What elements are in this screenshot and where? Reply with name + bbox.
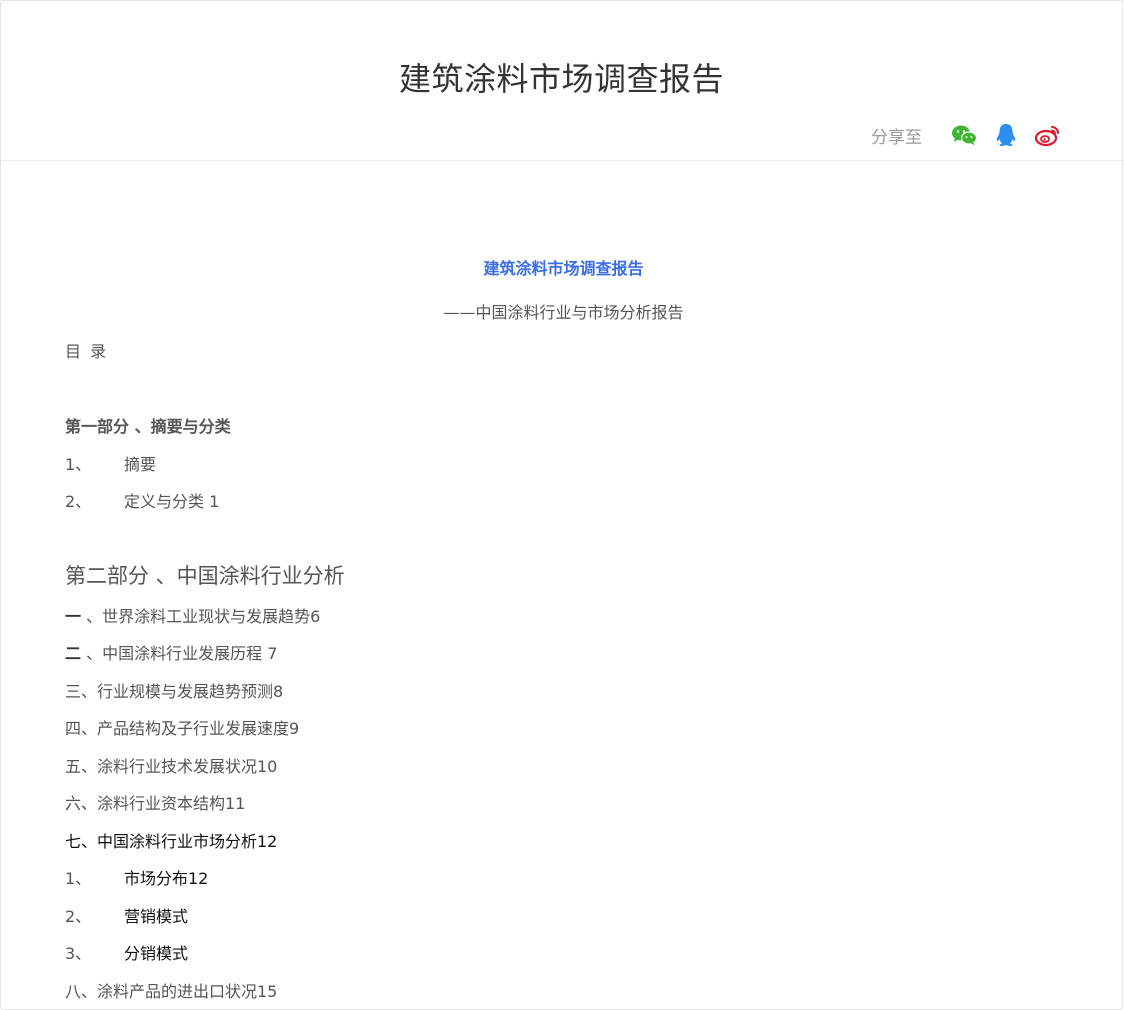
toc-item-text: 分销模式 — [124, 944, 189, 963]
toc-item-text: 、中国涂料行业发展历程 7 — [81, 644, 278, 663]
part2-heading: 第二部分 、中国涂料行业分析 — [65, 564, 345, 588]
toc-item-number: 1、 — [65, 869, 92, 888]
weibo-icon — [1035, 126, 1059, 146]
toc-item-text: 营销模式 — [124, 907, 189, 926]
toc-item: 七、中国涂料行业市场分析12 — [65, 832, 278, 851]
toc-item-lead: 一 — [65, 607, 82, 626]
toc-item: 1、 摘要 — [65, 451, 156, 475]
toc-subitem: 3、 分销模式 — [65, 940, 188, 964]
toc-item-text: 摘要 — [124, 455, 157, 474]
toc-item: 五、涂料行业技术发展状况10 — [65, 757, 278, 776]
article-card: 建筑涂料市场调查报告 分享至 建筑涂料市场调查报告 ——中国涂料行业与市场分析报… — [0, 0, 1123, 1010]
toc-item-number: 2、 — [65, 492, 92, 511]
toc-item: 八、涂料产品的进出口状况15 — [65, 982, 278, 1001]
weibo-share-button[interactable] — [1034, 121, 1062, 149]
toc-heading: 目 录 — [65, 342, 109, 361]
toc-item-number: 2、 — [65, 907, 92, 926]
toc-item-number: 1、 — [65, 455, 92, 474]
toc-item: 一 、世界涂料工业现状与发展趋势6 — [65, 603, 320, 627]
toc-item-text: 、世界涂料工业现状与发展趋势6 — [81, 607, 321, 626]
document-subtitle: ——中国涂料行业与市场分析报告 — [443, 303, 684, 322]
toc-item-lead: 二 — [65, 644, 82, 663]
share-bar: 分享至 — [871, 121, 1062, 149]
toc-item: 三、行业规模与发展趋势预测8 — [65, 682, 284, 701]
page-title: 建筑涂料市场调查报告 — [398, 60, 724, 98]
article-header: 建筑涂料市场调查报告 分享至 — [1, 1, 1122, 161]
qq-share-button[interactable] — [992, 121, 1020, 149]
share-label: 分享至 — [871, 127, 922, 148]
document-title: 建筑涂料市场调查报告 — [483, 259, 644, 278]
toc-item: 四、产品结构及子行业发展速度9 — [65, 719, 300, 738]
toc-subitem: 2、 营销模式 — [65, 903, 188, 927]
toc-item-text: 市场分布12 — [124, 869, 209, 888]
toc-item: 二 、中国涂料行业发展历程 7 — [65, 640, 277, 664]
part1-heading: 第一部分 、摘要与分类 — [65, 417, 231, 436]
wechat-icon — [952, 125, 977, 145]
wechat-share-button[interactable] — [950, 121, 978, 149]
toc-item: 2、 定义与分类 1 — [65, 488, 219, 512]
toc-item-number: 3、 — [65, 944, 92, 963]
toc-subitem: 1、 市场分布12 — [65, 865, 208, 889]
toc-item: 六、涂料行业资本结构11 — [65, 794, 246, 813]
toc-item-text: 定义与分类 1 — [124, 492, 220, 511]
qq-icon — [996, 124, 1016, 147]
